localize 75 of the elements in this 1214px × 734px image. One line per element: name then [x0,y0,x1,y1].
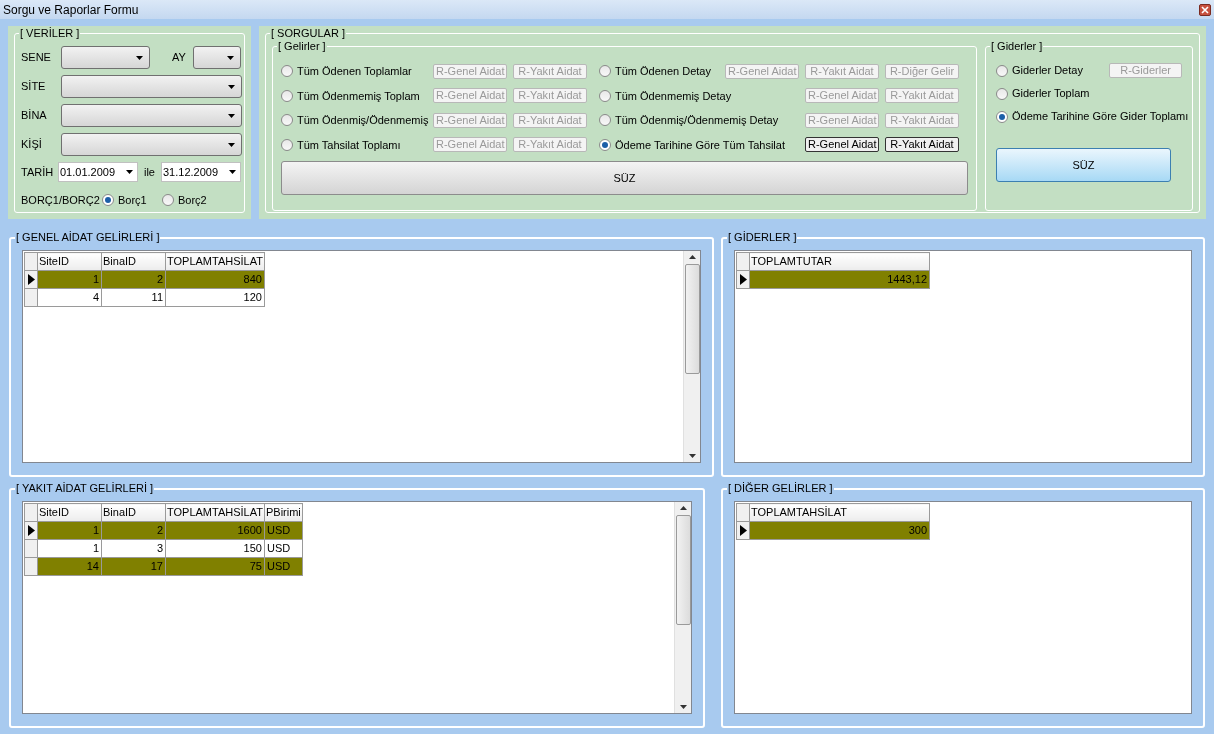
scroll-down-icon[interactable] [679,705,687,709]
column-header[interactable]: BinaID [101,252,166,271]
row-header [736,503,750,522]
caret-icon [227,55,234,60]
panel-title: [ GİDERLER ] [727,230,798,244]
caret-icon [136,55,143,60]
caret-icon [228,113,235,118]
filter-button[interactable]: SÜZ [281,161,968,195]
field-label: BİNA [21,108,48,124]
caret-icon [126,170,133,174]
column-header[interactable]: SiteID [37,503,102,522]
radio-option[interactable]: Borç1 [102,192,162,209]
radio-option[interactable]: Tüm Ödenmemiş Detay [599,87,732,104]
column-header[interactable]: SiteID [37,252,102,271]
date-picker[interactable]: 31.12.2009 [161,162,241,182]
scroll-down-icon[interactable] [688,454,696,458]
row-header [24,503,38,522]
radio-option[interactable]: Tüm Ödenmiş/Ödenmemiş Detay [599,112,779,129]
field-label: SİTE [21,79,47,95]
radio-option[interactable]: Giderler Detay [996,62,1110,79]
caret-icon [228,84,235,89]
group-title: [ Giderler ] [990,39,1044,53]
row-pointer-icon [27,274,35,285]
caret-icon [228,142,235,147]
close-button[interactable] [1199,3,1211,16]
panel-title: [ YAKIT AİDAT GELİRLERİ ] [15,481,155,495]
column-header[interactable]: TOPLAMTAHSİLAT [165,252,265,271]
field-label: ile [143,164,156,180]
radio-option[interactable]: Borç2 [162,192,222,209]
group-title: [ VERİLER ] [19,26,81,40]
filter-button[interactable]: SÜZ [996,148,1171,182]
field-label: TARİH [21,164,55,180]
radio-option[interactable]: Ödeme Tarihine Göre Gider Toplamı [996,108,1189,125]
window-title: Sorgu ve Raporlar Formu [3,1,139,19]
group-title: [ Gelirler ] [277,39,327,53]
row-header [736,252,750,271]
panel-title: [ DİĞER GELİRLER ] [727,481,834,495]
dropdown[interactable] [61,133,242,156]
report-button[interactable]: R-Genel Aidat [805,137,879,153]
radio-option[interactable]: Tüm Ödenmemiş Toplam [281,87,433,104]
radio-option[interactable]: Giderler Toplam [996,85,1090,102]
report-button[interactable]: R-Yakıt Aidat [885,137,959,153]
radio-option[interactable]: Tüm Ödenmiş/Ödenmemiş [281,112,433,129]
field-label: AY [172,50,187,66]
scrollbar[interactable] [674,502,691,713]
scrollbar[interactable] [683,251,700,462]
radio-option[interactable]: Tüm Ödenen Detay [599,63,711,80]
radio-option[interactable]: Tüm Tahsilat Toplamı [281,136,433,153]
date-picker[interactable]: 01.01.2009 [58,162,138,182]
column-header[interactable]: TOPLAMTAHSİLAT [749,503,930,522]
field-label: SENE [21,50,52,66]
dropdown[interactable] [61,75,242,98]
column-header[interactable]: TOPLAMTUTAR [749,252,930,271]
row-pointer-icon [739,525,747,536]
column-header[interactable]: PBirimi [264,503,303,522]
dropdown[interactable] [61,46,150,69]
row-header [24,252,38,271]
row-pointer-icon [27,525,35,536]
group-title: [ SORGULAR ] [270,26,346,40]
radio-option[interactable]: Ödeme Tarihine Göre Tüm Tahsilat [599,136,785,153]
field-label: BORÇ1/BORÇ2 [21,193,101,208]
row-pointer-icon [739,274,747,285]
field-label: KİŞİ [21,137,43,153]
radio-option[interactable]: Tüm Ödenen Toplamlar [281,63,433,80]
scroll-up-icon[interactable] [688,255,696,259]
column-header[interactable]: TOPLAMTAHSİLAT [165,503,265,522]
close-icon [1201,5,1209,14]
panel-title: [ GENEL AİDAT GELİRLERİ ] [15,230,161,244]
scroll-thumb[interactable] [675,515,691,625]
caret-icon [229,170,236,174]
dropdown[interactable] [61,104,242,127]
dropdown[interactable] [193,46,241,69]
column-header[interactable]: BinaID [101,503,166,522]
scroll-up-icon[interactable] [679,506,687,510]
scroll-thumb[interactable] [684,264,700,374]
